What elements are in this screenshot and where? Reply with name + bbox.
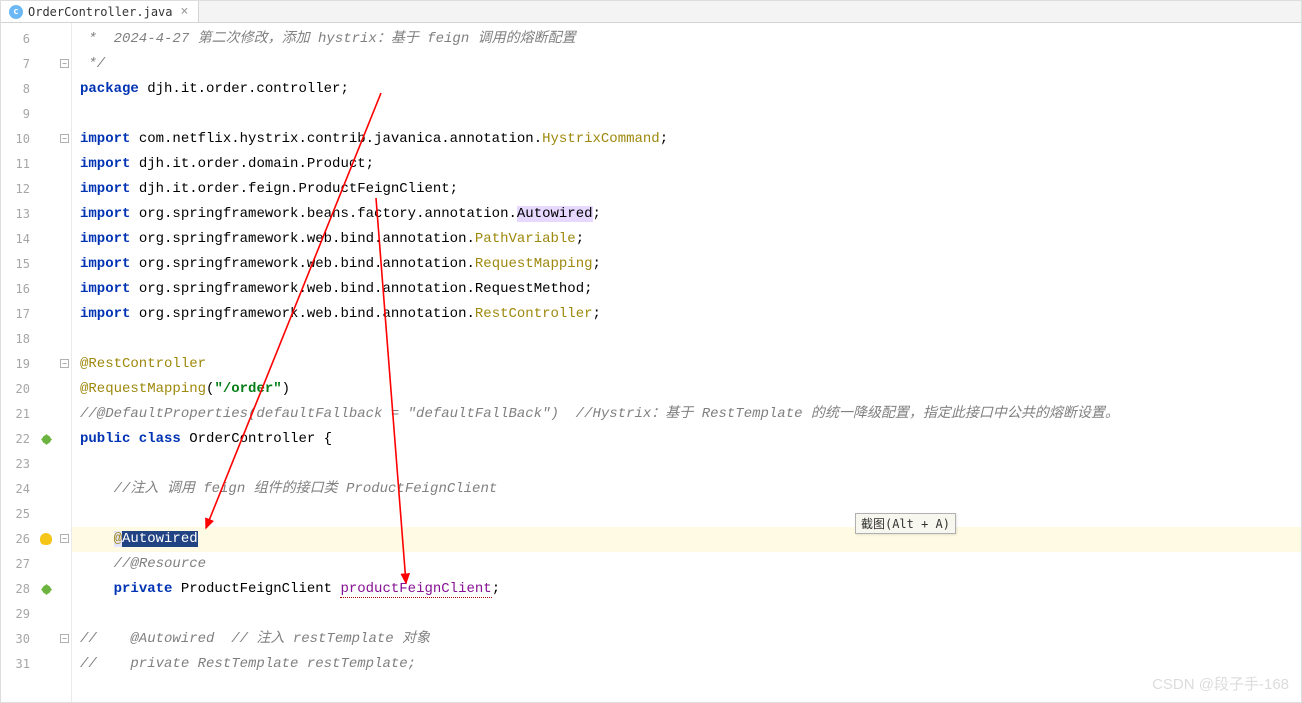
intention-bulb-icon[interactable] [40,533,52,545]
code-line[interactable]: import djh.it.order.domain.Product; [72,152,1301,177]
line-number: 10 [1,127,36,152]
line-number: 12 [1,177,36,202]
line-number: 21 [1,402,36,427]
line-number: 25 [1,502,36,527]
code-line[interactable]: //@DefaultProperties(defaultFallback = "… [72,402,1301,427]
tab-filename: OrderController.java [28,5,173,19]
code-line[interactable]: // private RestTemplate restTemplate; [72,652,1301,677]
code-line[interactable]: // @Autowired // 注入 restTemplate 对象 [72,627,1301,652]
fold-toggle-icon[interactable]: − [60,59,69,68]
code-line[interactable]: public class OrderController { [72,427,1301,452]
line-number: 28 [1,577,36,602]
line-number: 20 [1,377,36,402]
java-class-icon: c [9,5,23,19]
line-number: 14 [1,227,36,252]
line-number: 6 [1,27,36,52]
code-line[interactable] [72,602,1301,627]
line-number: 7 [1,52,36,77]
fold-toggle-icon[interactable]: − [60,359,69,368]
code-line[interactable]: import org.springframework.web.bind.anno… [72,227,1301,252]
code-line[interactable]: @Autowired [72,527,1301,552]
line-number: 18 [1,327,36,352]
code-line[interactable]: */ [72,52,1301,77]
line-number: 22 [1,427,36,452]
close-icon[interactable]: × [181,4,189,19]
line-number: 23 [1,452,36,477]
line-number: 8 [1,77,36,102]
line-number: 16 [1,277,36,302]
code-line[interactable] [72,502,1301,527]
code-area[interactable]: * 2024-4-27 第二次修改，添加 hystrix：基于 feign 调用… [72,23,1301,702]
code-line[interactable]: import org.springframework.web.bind.anno… [72,277,1301,302]
fold-toggle-icon[interactable]: − [60,534,69,543]
code-line[interactable]: import com.netflix.hystrix.contrib.javan… [72,127,1301,152]
screenshot-tooltip: 截图(Alt + A) [855,513,956,534]
code-line[interactable]: import org.springframework.beans.factory… [72,202,1301,227]
code-line[interactable] [72,327,1301,352]
code-line[interactable]: * 2024-4-27 第二次修改，添加 hystrix：基于 feign 调用… [72,27,1301,52]
line-number: 15 [1,252,36,277]
line-number: 11 [1,152,36,177]
tab-bar: c OrderController.java × [1,1,1301,23]
code-line[interactable]: import org.springframework.web.bind.anno… [72,252,1301,277]
fold-toggle-icon[interactable]: − [60,634,69,643]
line-number: 27 [1,552,36,577]
file-tab[interactable]: c OrderController.java × [1,1,199,22]
code-line[interactable]: //注入 调用 feign 组件的接口类 ProductFeignClient [72,477,1301,502]
code-line[interactable]: package djh.it.order.controller; [72,77,1301,102]
line-number: 31 [1,652,36,677]
fold-toggle-icon[interactable]: − [60,134,69,143]
code-line[interactable]: @RequestMapping("/order") [72,377,1301,402]
line-number-gutter: 6789101112131415161718192021222324252627… [1,23,36,702]
line-number: 30 [1,627,36,652]
code-line[interactable]: import org.springframework.web.bind.anno… [72,302,1301,327]
editor[interactable]: 6789101112131415161718192021222324252627… [1,23,1301,702]
code-line[interactable]: private ProductFeignClient productFeignC… [72,577,1301,602]
line-number: 9 [1,102,36,127]
line-number: 24 [1,477,36,502]
spring-bean-icon[interactable] [39,432,54,447]
line-number: 19 [1,352,36,377]
spring-bean-icon[interactable] [39,582,54,597]
code-line[interactable] [72,102,1301,127]
line-number: 29 [1,602,36,627]
line-number: 26 [1,527,36,552]
fold-gutter: − − − − − [58,23,72,702]
line-number: 17 [1,302,36,327]
icon-gutter [36,23,58,702]
code-line[interactable]: import djh.it.order.feign.ProductFeignCl… [72,177,1301,202]
code-line[interactable]: @RestController [72,352,1301,377]
code-line[interactable] [72,452,1301,477]
code-line[interactable]: //@Resource [72,552,1301,577]
line-number: 13 [1,202,36,227]
